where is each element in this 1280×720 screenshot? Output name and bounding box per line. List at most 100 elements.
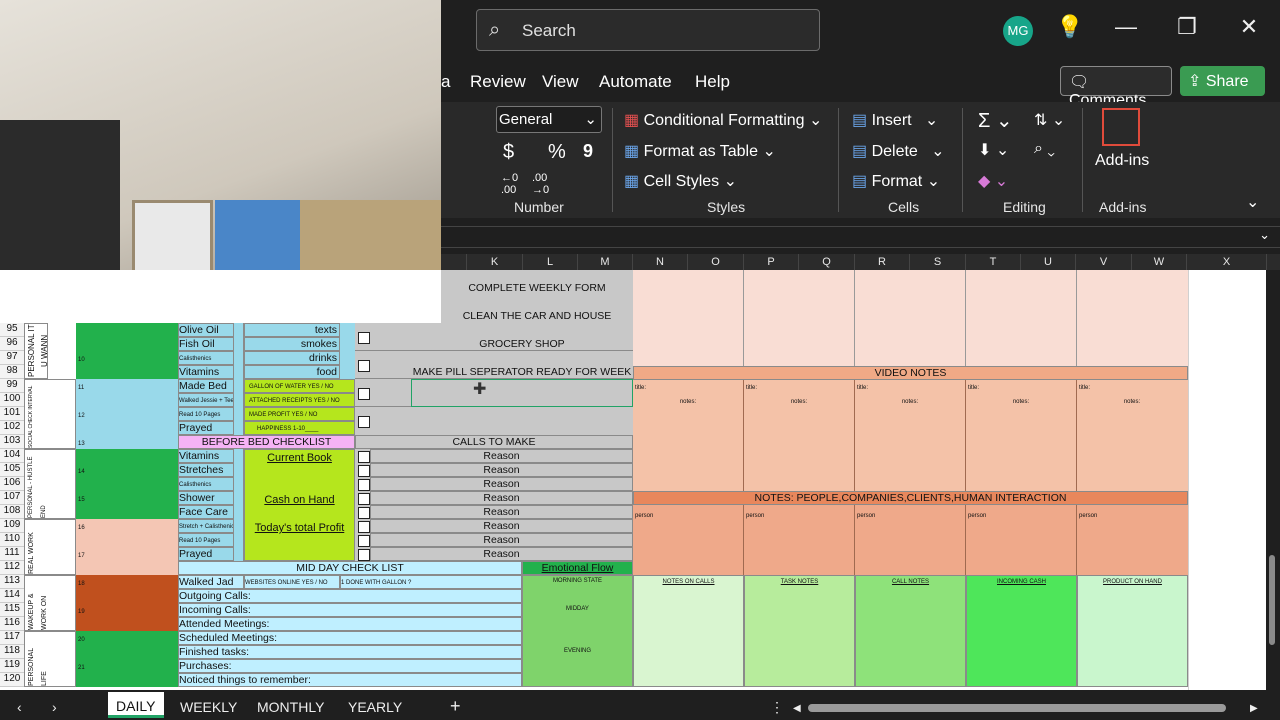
row-header[interactable]: 110 [0,533,24,547]
cell[interactable] [855,575,966,687]
column-header-o[interactable]: O [688,254,744,270]
row-header[interactable]: 103 [0,435,24,449]
habit-cell[interactable]: Read 10 Pages [178,407,234,421]
cell[interactable] [76,561,178,575]
column-header-l[interactable]: L [523,254,578,270]
row-header[interactable]: 120 [0,673,24,687]
tab-yearly[interactable]: YEARLY [348,699,402,715]
midday-item[interactable]: Scheduled Meetings: [178,631,522,645]
row-header[interactable]: 111 [0,547,24,561]
percent-button[interactable]: % [548,141,566,164]
weekly-task[interactable]: GROCERY SHOP [411,338,633,351]
bed-item[interactable]: Face Care [178,505,234,519]
emotional-flow-header[interactable]: Emotional Flow [522,561,633,575]
conditional-formatting-button[interactable]: ▦ Conditional Formatting ⌄ [624,110,822,130]
row-header[interactable]: 117 [0,631,24,645]
midday-item[interactable]: Incoming Calls: [178,603,522,617]
current-book-label[interactable]: Current Book [244,452,355,465]
row-header[interactable]: 113 [0,575,24,589]
row-number-label[interactable]: 19 [78,606,85,619]
menu-partial[interactable]: a [441,72,450,92]
row-header[interactable]: 112 [0,561,24,575]
menu-help[interactable]: Help [695,72,730,92]
emo-time[interactable]: MIDDAY [522,603,633,616]
scrollbar-thumb[interactable] [1269,555,1275,645]
add-ins-button[interactable]: Add-ins [1095,152,1149,170]
side-label[interactable]: REAL WORK [24,519,76,575]
search-box[interactable]: ⌕ Search [476,9,820,51]
midday-item[interactable]: Attended Meetings: [178,617,522,631]
cell[interactable] [76,519,178,561]
row-header[interactable]: 96 [0,337,24,351]
cell[interactable] [966,575,1077,687]
walked-cell[interactable]: Walked Jad [178,575,244,589]
cell[interactable] [633,575,744,687]
goal-cell[interactable]: GALLON OF WATER YES / NO [244,379,355,393]
video-title-label[interactable]: title: [1079,382,1090,395]
emo-time[interactable]: EVENING [522,645,633,658]
column-header-m[interactable]: M [578,254,633,270]
column-header-n[interactable]: N [633,254,688,270]
horizontal-scrollbar[interactable] [808,704,1226,712]
bed-item[interactable]: Prayed [178,547,234,561]
video-title-label[interactable]: title: [857,382,868,395]
row-header[interactable]: 99 [0,379,24,393]
bed-item[interactable]: Read 10 Pages [178,533,234,547]
side-label[interactable]: PERSONAL IT U WANN [24,323,48,379]
row-header[interactable]: 118 [0,645,24,659]
row-number-label[interactable]: 21 [78,662,85,675]
tab-daily[interactable]: DAILY [108,692,164,718]
bed-item[interactable]: Stretch + Calisthenics [178,519,234,533]
row-header[interactable]: 105 [0,463,24,477]
row-number-label[interactable]: 13 [78,438,85,451]
find-icon[interactable]: ⌕ ⌄ [1034,140,1055,158]
weekly-task[interactable]: CLEAN THE CAR AND HOUSE [441,310,633,323]
restore-button[interactable]: ❐ [1172,14,1202,40]
scroll-left-icon[interactable]: ◀ [793,703,801,714]
clear-icon[interactable]: ◆ ⌄ [978,171,1008,191]
add-ins-icon[interactable] [1102,108,1140,146]
side-label[interactable]: PERSONAL - HUSTLE END [24,449,76,519]
reason-cell[interactable]: Reason [370,533,633,547]
midday-item[interactable]: Finished tasks: [178,645,522,659]
avoid-cell[interactable]: drinks [244,351,340,365]
row-header[interactable]: 100 [0,393,24,407]
lightbulb-icon[interactable]: 💡 [1055,14,1085,40]
format-button[interactable]: ▤ Format ⌄ [852,171,940,191]
column-header-q[interactable]: Q [799,254,855,270]
row-number-label[interactable]: 15 [78,494,85,507]
gallon-cell[interactable]: 1 DONE WITH GALLON ? [340,575,522,589]
checkbox[interactable] [358,332,370,344]
midday-item[interactable]: Outgoing Calls: [178,589,522,603]
checkbox[interactable] [358,507,370,519]
comma-button[interactable]: 9 [583,141,593,162]
row-number-label[interactable]: 14 [78,466,85,479]
ribbon-collapse-icon[interactable]: ⌄ [1246,192,1259,212]
cell[interactable] [633,505,1188,575]
cell[interactable] [76,631,178,687]
bed-item[interactable]: Vitamins [178,449,234,463]
row-header[interactable]: 97 [0,351,24,365]
reason-cell[interactable]: Reason [370,519,633,533]
cell[interactable] [76,449,178,519]
person-label[interactable]: person [857,510,875,523]
formula-bar[interactable]: ⌄ [441,226,1280,248]
add-sheet-button[interactable]: + [450,696,461,717]
video-notes-label[interactable]: notes: [966,396,1076,409]
row-header[interactable]: 116 [0,617,24,631]
mid-day-header[interactable]: MID DAY CHECK LIST [178,561,522,575]
reason-cell[interactable]: Reason [370,505,633,519]
weekly-task[interactable]: MAKE PILL SEPERATOR READY FOR WEEK [411,366,633,379]
cell[interactable] [1077,575,1188,687]
reason-cell[interactable]: Reason [370,449,633,463]
column-header[interactable] [441,254,467,270]
person-label[interactable]: person [635,510,653,523]
calls-header[interactable]: CALLS TO MAKE [355,435,633,449]
habit-cell[interactable]: Olive Oil [178,323,234,337]
bed-item[interactable]: Calisthenics [178,477,234,491]
bed-item[interactable]: Stretches [178,463,234,477]
weekly-task[interactable]: COMPLETE WEEKLY FORM [441,282,633,295]
checkbox[interactable] [358,360,370,372]
checkbox[interactable] [358,493,370,505]
reason-cell[interactable]: Reason [370,547,633,561]
